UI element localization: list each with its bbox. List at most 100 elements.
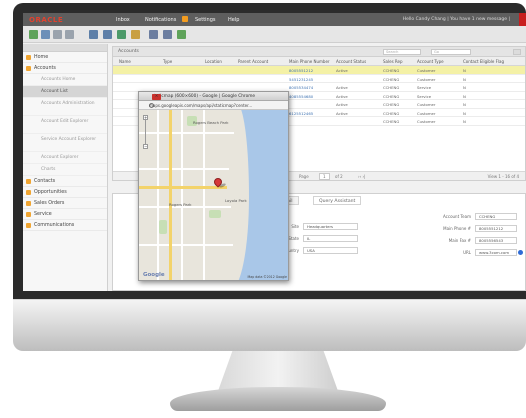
sidebar-item-label: Opportunities: [34, 190, 67, 195]
zoom-control[interactable]: + −: [143, 115, 148, 151]
table-cell-phone: 8005534474: [289, 85, 314, 90]
sidebar-item-contacts[interactable]: Contacts: [23, 176, 107, 187]
google-logo: Google: [143, 272, 165, 278]
sidebar-subitem-service-account-explorer[interactable]: Service Account Explorer: [23, 134, 107, 152]
save-icon[interactable]: [29, 30, 38, 39]
address-bar[interactable]: maps.googleapis.com/maps/api/staticmap?c…: [139, 101, 288, 110]
monitor-stand-foot: [170, 387, 386, 411]
column-header[interactable]: Sales Rep: [383, 59, 403, 64]
sidebar-subitem-account-list[interactable]: Account List: [23, 86, 107, 98]
column-header[interactable]: Name: [119, 59, 131, 64]
pager-of: of 2: [335, 174, 343, 179]
main-phone-field[interactable]: 8005551212: [475, 225, 517, 232]
sidebar-subitem-accounts-home[interactable]: Accounts Home: [23, 74, 107, 86]
map-label-rogers-park: Rogers Park: [169, 202, 192, 207]
column-header[interactable]: Account Status: [336, 59, 366, 64]
table-cell-type: Service: [417, 93, 432, 99]
table-cell-rep: CCHENG: [383, 68, 400, 73]
top-bar: ORACLE Inbox Notifications Settings Help…: [23, 13, 526, 26]
pager-page-label: Page: [299, 174, 309, 179]
forward-icon[interactable]: [65, 30, 74, 39]
sidebar-item-label: Service: [34, 212, 52, 217]
users-icon[interactable]: [131, 30, 140, 39]
pager-next-icon[interactable]: ›› ›|: [358, 174, 365, 179]
popup-title-bar: staticmap (600×600) - Google | Google Ch…: [139, 92, 288, 101]
column-header[interactable]: Account Type: [417, 59, 444, 64]
sidebar-item-label: Sales Orders: [34, 201, 65, 206]
table-row[interactable]: 8005551212 Active CCHENG Customer N: [113, 66, 525, 75]
zoom-in-icon[interactable]: +: [143, 115, 148, 120]
table-cell-status: Active: [336, 85, 348, 90]
url-label: URL: [463, 250, 471, 255]
notification-badge-icon[interactable]: [182, 16, 188, 22]
export-icon[interactable]: [177, 30, 186, 39]
pager-page-input[interactable]: 1: [319, 173, 330, 180]
table-cell-phone: 5451231245: [289, 76, 314, 82]
table-cell-rep: CCHENG: [383, 76, 400, 82]
column-header[interactable]: Type: [163, 59, 172, 64]
collapse-grid-button[interactable]: [513, 49, 521, 55]
site-field[interactable]: Headquarters: [303, 223, 358, 230]
table-cell-type: Customer: [417, 102, 436, 107]
sidebar-item-communications[interactable]: Communications: [23, 220, 107, 231]
nav-notifications[interactable]: Notifications: [145, 17, 176, 23]
report-icon[interactable]: [117, 30, 126, 39]
account-team-label: Account Team: [443, 214, 471, 219]
sidebar-subitem-accounts-administration[interactable]: Accounts Administration: [23, 98, 107, 116]
sidebar-subitem-account-explorer[interactable]: Account Explorer: [23, 152, 107, 164]
back-icon[interactable]: [53, 30, 62, 39]
go-input[interactable]: Go: [431, 49, 471, 55]
map-road: [203, 110, 205, 280]
nav-inbox[interactable]: Inbox: [116, 17, 130, 23]
sidebar-item-service[interactable]: Service: [23, 209, 107, 220]
folder-icon[interactable]: [89, 30, 98, 39]
sidebar-item-sales-orders[interactable]: Sales Orders: [23, 198, 107, 209]
main-phone-label: Main Phone #: [443, 226, 471, 231]
map-popup-window: staticmap (600×600) - Google | Google Ch…: [138, 91, 289, 281]
map-road: [139, 168, 229, 170]
column-header[interactable]: Main Phone Number: [289, 59, 330, 64]
column-header[interactable]: Contact Eligible Flag: [463, 59, 504, 64]
grid-icon[interactable]: [41, 30, 50, 39]
table-cell-flag: N: [463, 85, 466, 90]
nav-help[interactable]: Help: [228, 17, 239, 23]
close-icon[interactable]: ×: [152, 94, 161, 100]
table-cell-phone: 8005551212: [289, 68, 314, 73]
sidebar-subitem-charts[interactable]: Charts: [23, 164, 107, 176]
print-icon[interactable]: [149, 30, 158, 39]
table-cell-flag: N: [463, 93, 466, 99]
table-cell-status: Active: [336, 110, 348, 116]
nav-settings[interactable]: Settings: [195, 17, 216, 23]
account-team-field[interactable]: CCHENG: [475, 213, 517, 220]
main-fax-field[interactable]: 8005556543: [475, 237, 517, 244]
map-road: [157, 110, 159, 280]
pager-range: View 1 - 16 of 4: [487, 174, 519, 179]
sidebar-subitem-account-edit-explorer[interactable]: Account Edit Explorer: [23, 116, 107, 134]
country-field[interactable]: USA: [303, 247, 358, 254]
accounts-icon: [26, 66, 31, 71]
tab-query-assistant[interactable]: Query Assistant: [313, 196, 362, 205]
zoom-slider[interactable]: [145, 120, 146, 144]
document-icon[interactable]: [103, 30, 112, 39]
map-highway: [139, 186, 227, 189]
sidebar-item-label: Contacts: [34, 179, 56, 184]
table-row[interactable]: 5451231245 CCHENG Customer N: [113, 75, 525, 83]
sidebar-item-opportunities[interactable]: Opportunities: [23, 187, 107, 198]
sidebar-item-home[interactable]: Home: [23, 52, 107, 63]
column-header[interactable]: Location: [205, 59, 222, 64]
table-cell-rep: CCHENG: [383, 93, 400, 99]
monitor-photo: ORACLE Inbox Notifications Settings Help…: [0, 0, 526, 418]
help-icon[interactable]: [518, 250, 523, 255]
logout-button[interactable]: [519, 13, 526, 26]
sidebar-item-accounts[interactable]: Accounts: [23, 63, 107, 74]
search-input[interactable]: Search: [383, 49, 421, 55]
table-cell-rep: CCHENG: [383, 85, 400, 90]
state-field[interactable]: IL: [303, 235, 358, 242]
table-cell-flag: N: [463, 119, 466, 124]
shoreline: [219, 110, 249, 280]
table-cell-flag: N: [463, 68, 466, 73]
column-header[interactable]: Parent Account: [238, 59, 268, 64]
zoom-out-icon[interactable]: −: [143, 144, 148, 149]
url-field[interactable]: www.3com.com: [475, 249, 517, 256]
settings-icon[interactable]: [163, 30, 172, 39]
